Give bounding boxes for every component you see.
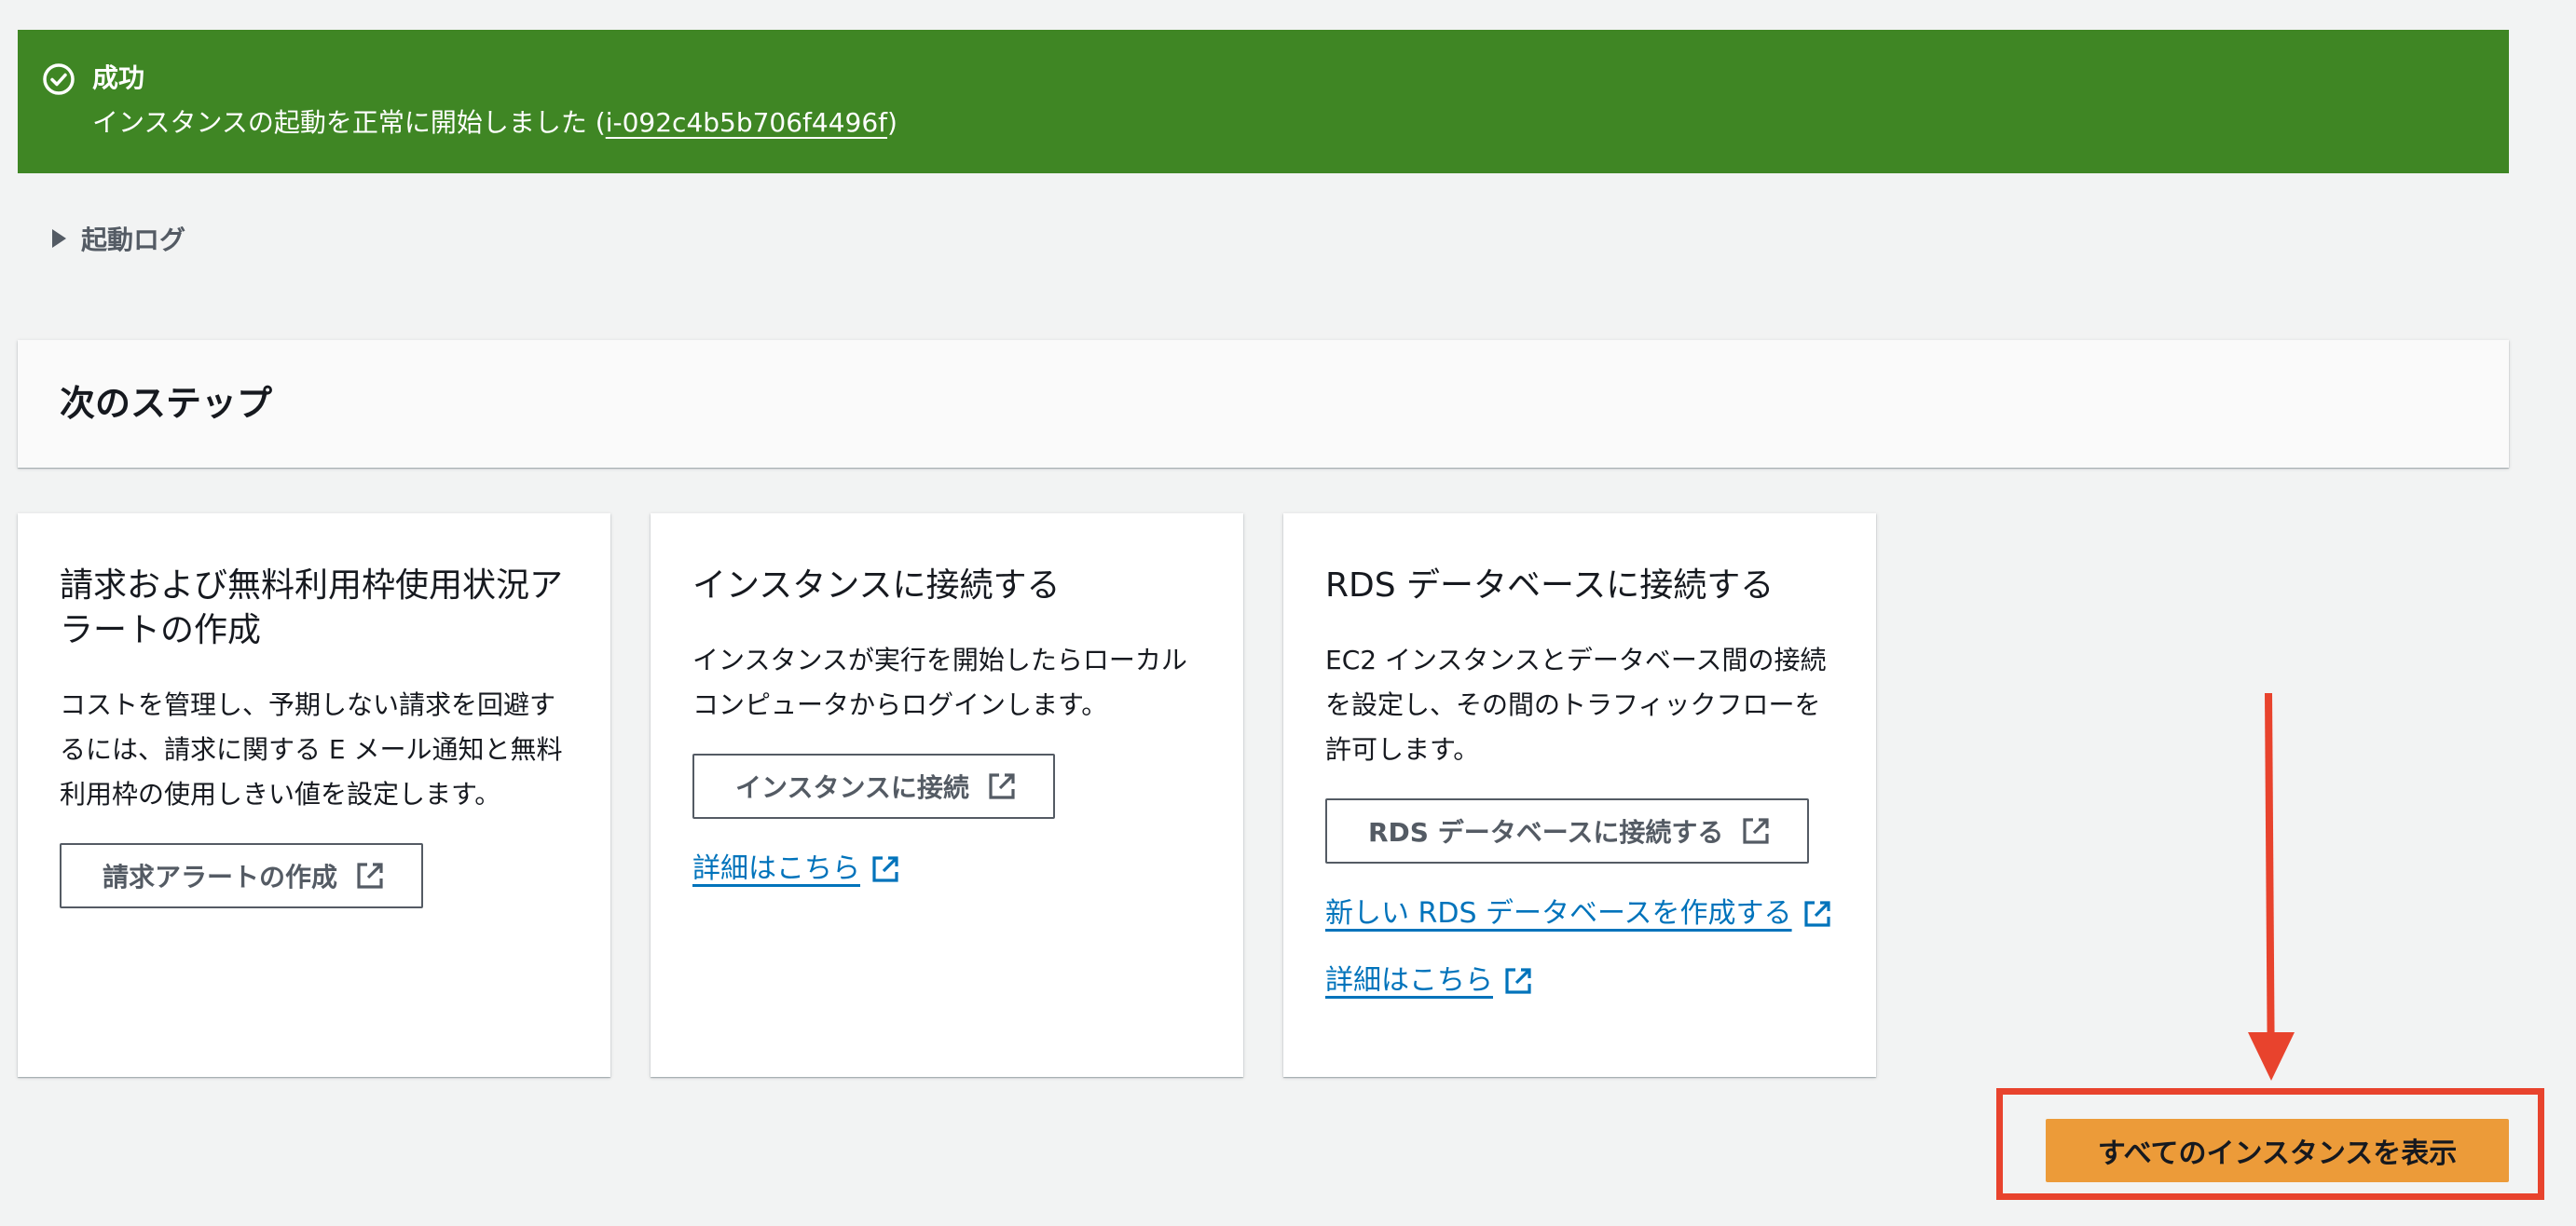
- next-steps-title: 次のステップ: [60, 383, 273, 424]
- card-body: EC2 インスタンスとデータベース間の接続を設定し、その間のトラフィックフローを…: [1325, 645, 1827, 765]
- next-steps-header: 次のステップ: [18, 340, 2509, 468]
- create-rds-link-text[interactable]: 新しい RDS データベースを作成する: [1325, 893, 1792, 934]
- annotation-arrow-head: [2248, 1032, 2295, 1081]
- learn-more-link-text[interactable]: 詳細はこちら: [692, 849, 860, 890]
- card-title: インスタンスに接続する: [692, 566, 1061, 605]
- success-title: 成功: [92, 62, 145, 93]
- annotation-arrow-shaft: [2265, 692, 2275, 1044]
- connect-instance-card: インスタンスに接続する インスタンスが実行を開始したらローカルコンピュータからロ…: [651, 513, 1243, 1077]
- card-body: コストを管理し、予期しない請求を回避するには、請求に関する E メール通知と無料…: [60, 689, 563, 810]
- caret-right-icon: [52, 229, 66, 248]
- connect-instance-button[interactable]: インスタンスに接続: [692, 754, 1055, 819]
- learn-more-link[interactable]: 詳細はこちら: [692, 849, 1202, 890]
- success-message: インスタンスの起動を正常に開始しました (i-092c4b5b706f4496f…: [92, 102, 897, 143]
- card-body: インスタンスが実行を開始したらローカルコンピュータからログインします。: [692, 645, 1187, 720]
- button-label: RDS データベースに接続する: [1368, 817, 1724, 848]
- launch-log-label: 起動ログ: [81, 225, 186, 255]
- button-label: インスタンスに接続: [735, 772, 969, 803]
- success-banner: 成功 インスタンスの起動を正常に開始しました (i-092c4b5b706f44…: [18, 30, 2509, 173]
- external-link-icon: [989, 773, 1015, 799]
- learn-more-link-text[interactable]: 詳細はこちら: [1325, 960, 1493, 1001]
- create-billing-alert-button[interactable]: 請求アラートの作成: [60, 843, 424, 908]
- card-title: 請求および無料利用枠使用状況アラートの作成: [60, 566, 564, 649]
- success-message-text: インスタンスの起動を正常に開始しました (: [92, 107, 606, 138]
- instance-id-link[interactable]: i-092c4b5b706f4496f: [606, 107, 887, 138]
- external-link-icon: [1743, 818, 1769, 844]
- external-link-icon: [357, 863, 383, 889]
- external-link-icon: [1505, 968, 1531, 994]
- create-rds-link[interactable]: 新しい RDS データベースを作成する: [1325, 893, 1835, 934]
- external-link-icon: [872, 856, 898, 882]
- launch-log-expander[interactable]: 起動ログ: [52, 218, 185, 259]
- connect-rds-card: RDS データベースに接続する EC2 インスタンスとデータベース間の接続を設定…: [1283, 513, 1876, 1077]
- success-message-suffix: ): [887, 107, 897, 138]
- billing-alert-card: 請求および無料利用枠使用状況アラートの作成 コストを管理し、予期しない請求を回避…: [18, 513, 610, 1077]
- check-circle-icon: [43, 63, 75, 95]
- learn-more-link[interactable]: 詳細はこちら: [1325, 960, 1835, 1001]
- connect-rds-button[interactable]: RDS データベースに接続する: [1325, 798, 1810, 864]
- button-label: 請求アラートの作成: [103, 862, 338, 892]
- view-all-instances-button[interactable]: すべてのインスタンスを表示: [2046, 1119, 2509, 1182]
- card-title: RDS データベースに接続する: [1325, 566, 1774, 605]
- external-link-icon: [1803, 901, 1830, 927]
